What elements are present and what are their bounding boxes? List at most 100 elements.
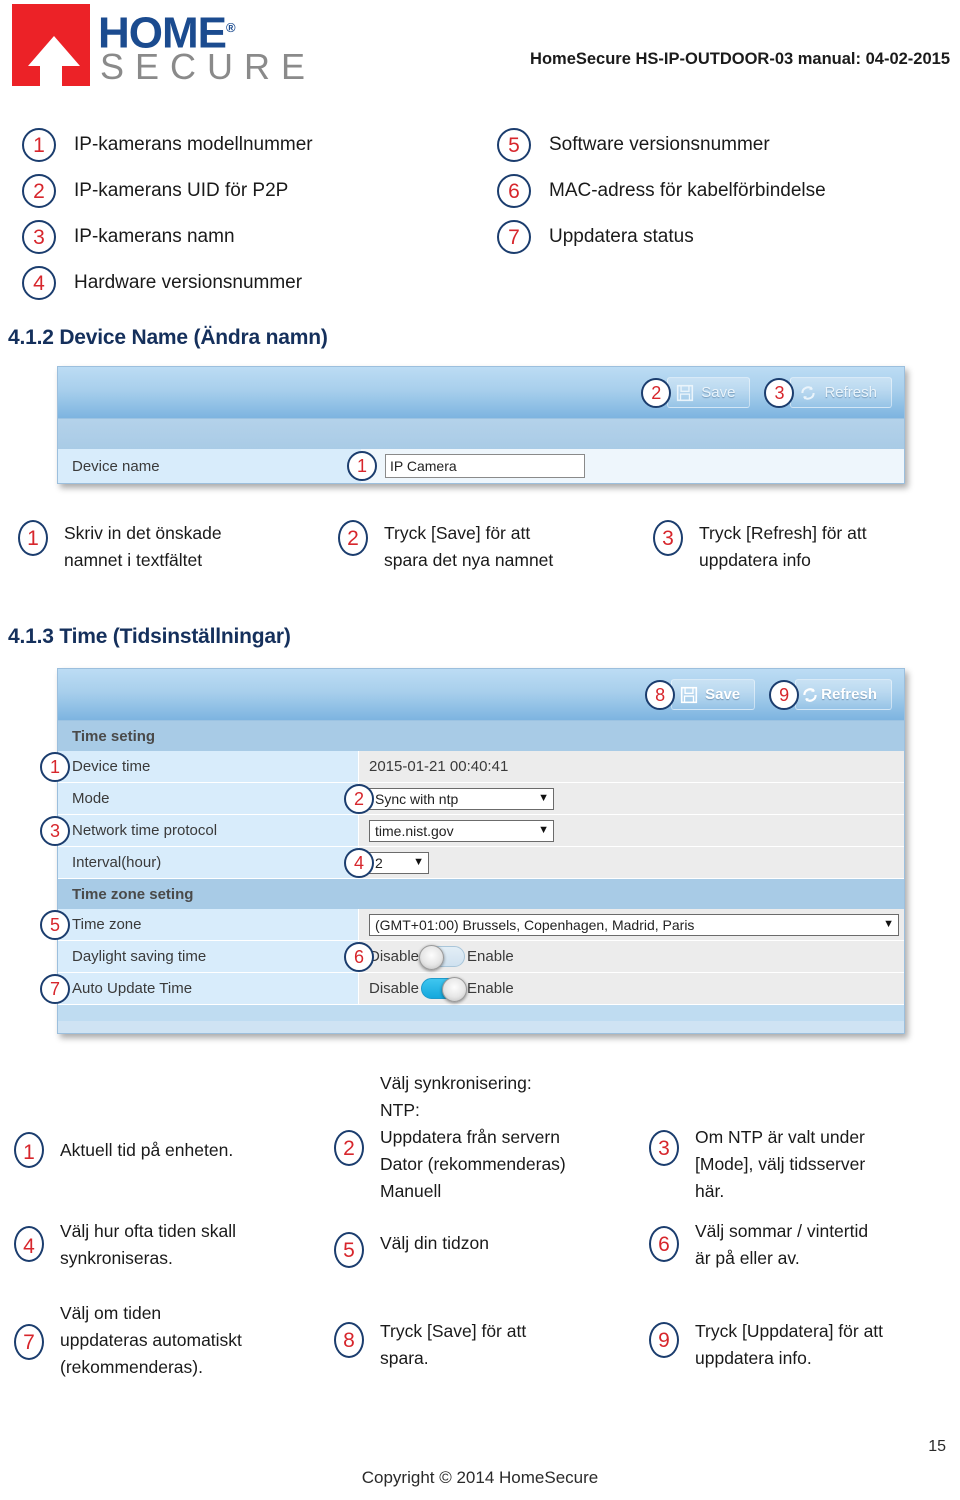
legend-item-label: Välj din tidzon — [380, 1230, 489, 1257]
auto-update-toggle-group[interactable]: Disable Enable — [369, 977, 514, 1002]
legend-item-label: Tryck [Save] för att spara. — [380, 1318, 526, 1372]
legend-item: 5 Software versionsnummer — [497, 122, 947, 168]
refresh-button-group[interactable]: 9 Refresh — [769, 679, 892, 710]
save-button-group[interactable]: 2 Save — [641, 377, 751, 408]
legend-item-label: Software versionsnummer — [549, 134, 770, 155]
refresh-button[interactable]: Refresh — [790, 377, 892, 408]
mode-value-cell: Sync with ntp ▼ — [358, 783, 904, 814]
ntp-server-select[interactable]: time.nist.gov ▼ — [369, 819, 554, 842]
refresh-button[interactable]: Refresh — [795, 679, 892, 710]
row-auto-update-time: 7 Auto Update Time Disable Enable — [40, 973, 904, 1005]
legend-line: Om NTP är valt under — [695, 1127, 865, 1147]
row-label-text: Mode — [72, 790, 110, 807]
legend-line: Välj sommar / vintertid — [695, 1221, 869, 1241]
row-device-time: 1 Device time 2015-01-21 00:40:41 — [40, 751, 904, 783]
row-label-text: Time zone — [72, 916, 142, 933]
legend-line: Välj din tidzon — [380, 1233, 489, 1253]
legend-line: är på eller av. — [695, 1248, 800, 1268]
legend-line: synkroniseras. — [60, 1248, 173, 1268]
badge-number: 4 — [22, 266, 56, 300]
interval-value-cell: 2 ▼ — [358, 847, 904, 878]
time-settings-screenshot-panel: 8 Save 9 Refresh Time seting 1 Device ti… — [40, 668, 905, 1034]
device-name-toolbar: 2 Save 3 Refresh — [58, 367, 904, 419]
interval-select[interactable]: 2 ▼ — [369, 851, 429, 874]
registered-trademark-icon: ® — [226, 20, 236, 35]
legend-item: 2 Tryck [Save] för att spara det nya nam… — [338, 520, 653, 574]
legend-item: 4 Hardware versionsnummer — [22, 260, 482, 306]
legend-item: 3 IP-kamerans namn — [22, 214, 482, 260]
badge-number: 2 — [641, 377, 672, 408]
interval-select-value: 2 — [375, 854, 383, 871]
legend-line: här. — [695, 1181, 725, 1201]
legend-line: Skriv in det önskade — [64, 523, 222, 543]
legend-line: Välj synkronisering: — [380, 1073, 532, 1093]
badge-number: 5 — [497, 128, 531, 162]
legend-item: 1 Aktuell tid på enheten. — [14, 1072, 334, 1218]
legend-item: 2 Välj synkronisering: NTP: Uppdatera fr… — [334, 1072, 649, 1218]
badge-number: 1 — [40, 752, 70, 782]
badge-number: 1 — [347, 451, 377, 481]
legend-line: Tryck [Refresh] för att — [699, 523, 867, 543]
row-label-text: Auto Update Time — [72, 980, 193, 997]
badge-number: 7 — [40, 974, 70, 1004]
daylight-saving-toggle-group[interactable]: Disable Enable — [369, 945, 514, 970]
time-setting-section-header: Time seting — [58, 721, 904, 751]
badge-number: 1 — [14, 1132, 44, 1168]
chevron-down-icon: ▼ — [538, 824, 549, 836]
save-button-label: Save — [701, 384, 736, 401]
legend-line: [Mode], välj tidsserver — [695, 1154, 866, 1174]
toggle-on-label: Enable — [467, 980, 514, 997]
legend-item-label: Uppdatera status — [549, 226, 694, 247]
save-button-group[interactable]: 8 Save — [645, 679, 756, 710]
ntp-value-cell: time.nist.gov ▼ — [358, 815, 904, 846]
timezone-value-cell: (GMT+01:00) Brussels, Copenhagen, Madrid… — [358, 909, 904, 940]
legend-item: 6 MAC-adress för kabelförbindelse — [497, 168, 947, 214]
row-label: Mode 2 — [58, 783, 374, 814]
toggle-off-label: Disable — [369, 948, 420, 965]
badge-number: 9 — [769, 679, 800, 710]
legend-item-label: Skriv in det önskade namnet i textfältet — [64, 520, 222, 574]
badge-number: 1 — [22, 128, 56, 162]
save-button[interactable]: Save — [667, 377, 751, 408]
legend-item: 7 Uppdatera status — [497, 214, 947, 260]
badge-number: 1 — [18, 520, 48, 556]
footer-copyright: Copyright © 2014 HomeSecure — [361, 1468, 599, 1487]
legend-line: spara. — [380, 1348, 429, 1368]
refresh-button-group[interactable]: 3 Refresh — [764, 377, 892, 408]
badge-number: 4 — [14, 1226, 44, 1262]
legend-line: Tryck [Uppdatera] för att — [695, 1321, 884, 1341]
device-name-input[interactable]: IP Camera — [385, 454, 585, 478]
legend-line: Manuell — [380, 1181, 442, 1201]
row-label-text: Interval(hour) — [72, 854, 162, 871]
badge-number: 7 — [14, 1324, 44, 1360]
legend-line: uppdatera info. — [695, 1348, 812, 1368]
timezone-select-value: (GMT+01:00) Brussels, Copenhagen, Madrid… — [375, 916, 695, 933]
auto-update-toggle[interactable] — [421, 977, 468, 1002]
mode-select[interactable]: Sync with ntp ▼ — [369, 787, 554, 810]
badge-number: 4 — [344, 848, 374, 878]
legend-item: 3 Om NTP är valt under [Mode], välj tids… — [649, 1072, 948, 1218]
toggle-knob-icon — [442, 977, 468, 1002]
daylight-saving-value-cell: Disable Enable — [358, 941, 904, 972]
timezone-select[interactable]: (GMT+01:00) Brussels, Copenhagen, Madrid… — [369, 913, 899, 936]
legend-item-label: Välj synkronisering: NTP: Uppdatera från… — [380, 1070, 566, 1205]
legend-item-label: MAC-adress för kabelförbindelse — [549, 180, 826, 201]
legend-line: (rekommenderas). — [60, 1357, 203, 1377]
legend-item: 9 Tryck [Uppdatera] för att uppdatera in… — [649, 1300, 948, 1390]
badge-number: 8 — [334, 1322, 364, 1358]
legend-item: 6 Välj sommar / vintertid är på eller av… — [649, 1218, 948, 1300]
legend-line: NTP: — [380, 1100, 420, 1120]
daylight-saving-toggle[interactable] — [419, 945, 466, 970]
legend-item-label: Om NTP är valt under [Mode], välj tidsse… — [695, 1124, 865, 1205]
save-button[interactable]: Save — [671, 679, 756, 710]
time-legend: 1 Aktuell tid på enheten. 2 Välj synkron… — [14, 1072, 948, 1390]
device-name-row-value: 1 IP Camera — [347, 449, 904, 483]
page-header: HOME® SECURE HomeSecure HS-IP-OUTDOOR-03… — [0, 0, 960, 100]
logo-house-body-icon — [40, 64, 62, 88]
row-label: Daylight saving time 6 — [58, 941, 374, 972]
badge-number: 2 — [338, 520, 368, 556]
refresh-arrows-icon — [801, 385, 816, 400]
row-mode: Mode 2 Sync with ntp ▼ — [58, 783, 904, 815]
row-label: 7 Auto Update Time — [40, 973, 358, 1004]
ntp-server-select-value: time.nist.gov — [375, 822, 454, 839]
